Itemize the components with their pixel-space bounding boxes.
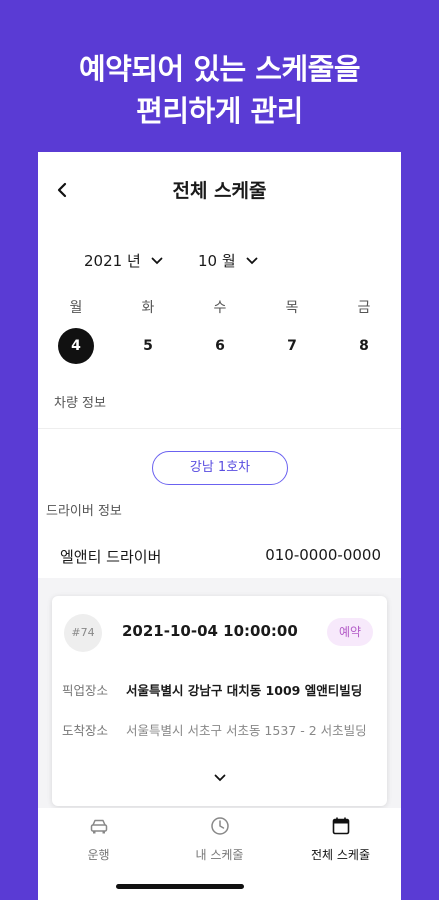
reservation-datetime: 2021-10-04 10:00:00 — [122, 622, 298, 640]
month-select-value: 10 월 — [198, 252, 236, 270]
date-selectors: 2021 년 10 월 — [38, 228, 401, 296]
week-strip: 월 4 화 5 수 6 목 7 금 8 — [38, 296, 401, 380]
promo-line-1: 예약되어 있는 스케줄을 — [79, 52, 361, 86]
calendar-icon — [332, 817, 349, 835]
reservation-number-badge: #74 — [64, 614, 102, 652]
app-header: 전체 스케줄 — [38, 152, 401, 228]
app-screen: 전체 스케줄 2021 년 10 월 월 4 화 5 수 6 목 7 금 8 차… — [38, 152, 401, 900]
day-wednesday[interactable]: 수 6 — [198, 296, 242, 364]
day-date-selected: 4 — [58, 328, 94, 364]
year-select-value: 2021 년 — [84, 252, 141, 270]
day-date: 7 — [287, 338, 297, 354]
year-select[interactable]: 2021 년 — [84, 250, 163, 271]
pickup-label: 픽업장소 — [62, 683, 109, 698]
day-name: 월 — [69, 300, 83, 316]
day-date: 8 — [359, 338, 369, 354]
chevron-down-icon — [246, 257, 258, 264]
driver-section-label: 드라이버 정보 — [46, 504, 122, 519]
day-date: 5 — [143, 338, 153, 354]
page-title: 전체 스케줄 — [172, 180, 267, 202]
chevron-down-icon — [151, 257, 163, 264]
status-badge: 예약 — [327, 618, 373, 646]
tab-label: 내 스케줄 — [195, 848, 244, 862]
driver-name: 엘앤티 드라이버 — [60, 548, 162, 566]
dropoff-address: 서울특별시 서초구 서초동 1537 - 2 서초빌딩 — [126, 723, 367, 738]
pickup-row: 픽업장소 서울특별시 강남구 대치동 1009 엘앤티빌딩 — [62, 680, 377, 702]
divider — [38, 428, 401, 429]
day-date: 6 — [215, 338, 225, 354]
day-name: 목 — [285, 300, 299, 316]
tab-my-schedule[interactable]: 내 스케줄 — [159, 816, 280, 863]
tab-label: 운행 — [87, 848, 110, 862]
promo-line-2: 편리하게 관리 — [136, 94, 303, 128]
home-indicator[interactable] — [116, 884, 244, 889]
driver-row: 엘앤티 드라이버 010-0000-0000 — [38, 536, 401, 576]
pickup-address: 서울특별시 강남구 대치동 1009 엘앤티빌딩 — [126, 683, 363, 698]
vehicle-chip[interactable]: 강남 1호차 — [152, 451, 288, 485]
vehicle-section-label: 차량 정보 — [54, 396, 106, 411]
day-tuesday[interactable]: 화 5 — [126, 296, 170, 364]
tab-all-schedule[interactable]: 전체 스케줄 — [280, 816, 401, 863]
clock-icon — [210, 817, 229, 835]
day-monday[interactable]: 월 4 — [54, 296, 98, 364]
tab-label: 전체 스케줄 — [310, 848, 370, 862]
day-name: 수 — [213, 300, 227, 316]
day-friday[interactable]: 금 8 — [342, 296, 386, 364]
reservation-card[interactable]: #74 2021-10-04 10:00:00 예약 픽업장소 서울특별시 강남… — [52, 596, 387, 806]
dropoff-label: 도착장소 — [62, 723, 109, 738]
dropoff-row: 도착장소 서울특별시 서초구 서초동 1537 - 2 서초빌딩 — [62, 720, 377, 742]
promo-headline: 예약되어 있는 스케줄을 편리하게 관리 — [0, 48, 439, 132]
day-name: 금 — [357, 300, 371, 316]
month-select[interactable]: 10 월 — [198, 250, 258, 271]
chevron-down-icon[interactable] — [214, 774, 226, 782]
car-icon — [90, 819, 107, 834]
driver-phone[interactable]: 010-0000-0000 — [265, 546, 381, 564]
tab-drive[interactable]: 운행 — [38, 816, 159, 863]
day-name: 화 — [141, 300, 155, 316]
day-thursday[interactable]: 목 7 — [270, 296, 314, 364]
